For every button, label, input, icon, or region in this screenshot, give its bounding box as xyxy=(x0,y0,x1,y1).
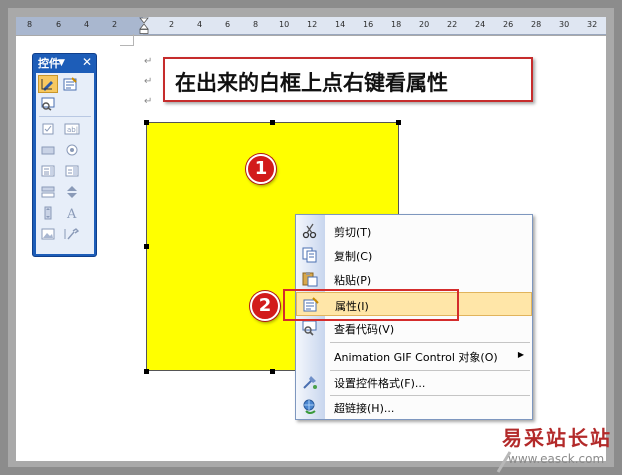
menu-item-cut[interactable]: 剪切(T) xyxy=(296,219,532,243)
step-badge-1: 1 xyxy=(246,154,276,184)
resize-handle[interactable] xyxy=(270,369,275,374)
ruler-label: 2 xyxy=(112,20,118,29)
view-code-icon[interactable] xyxy=(38,95,58,113)
toolbox-separator xyxy=(39,116,91,117)
watermark-text: 易采站长站 xyxy=(502,426,612,450)
ruler-label: 2 xyxy=(169,20,175,29)
resize-handle[interactable] xyxy=(270,120,275,125)
ruler-label: 28 xyxy=(531,20,542,29)
checkbox-icon[interactable] xyxy=(38,120,58,138)
menu-item-label: Animation GIF Control 对象(O) xyxy=(334,351,498,364)
copy-icon xyxy=(302,247,317,263)
resize-handle[interactable] xyxy=(144,120,149,125)
toolbox-close-icon[interactable]: ✕ xyxy=(82,55,92,70)
scissors-icon xyxy=(302,223,317,239)
hyperlink-icon xyxy=(303,399,316,414)
ruler-label: 24 xyxy=(475,20,486,29)
ruler-label: 4 xyxy=(84,20,90,29)
ruler-label: 26 xyxy=(503,20,514,29)
horizontal-ruler[interactable]: 8 6 4 2 2 4 6 8 10 12 14 16 18 20 22 24 … xyxy=(16,17,606,35)
callout-text: 在出来的白框上点右键看属性 xyxy=(175,71,448,95)
properties-icon[interactable] xyxy=(60,75,80,93)
menu-item-label: 查看代码(V) xyxy=(334,323,395,336)
menu-separator xyxy=(330,342,530,343)
menu-item-label: 粘贴(P) xyxy=(334,274,372,287)
watermark-url: www.easck.com xyxy=(508,452,605,466)
textbox-icon[interactable]: ab| xyxy=(62,120,82,138)
resize-handle[interactable] xyxy=(144,369,149,374)
command-button-icon[interactable] xyxy=(38,141,58,159)
toolbox-title: 控件 xyxy=(38,57,60,70)
more-controls-icon[interactable] xyxy=(62,225,82,243)
paste-icon xyxy=(302,272,318,287)
ruler-label: 20 xyxy=(419,20,430,29)
combobox-icon[interactable] xyxy=(62,162,82,180)
svg-text:A: A xyxy=(66,207,77,220)
menu-item-hyperlink[interactable]: 超链接(H)... xyxy=(296,395,532,419)
menu-item-copy[interactable]: 复制(C) xyxy=(296,243,532,267)
instruction-callout: 在出来的白框上点右键看属性 xyxy=(163,57,533,102)
controls-toolbox[interactable]: 控件 ▼ ✕ ab| A xyxy=(32,53,97,257)
ruler-label: 14 xyxy=(335,20,346,29)
ruler-label: 4 xyxy=(197,20,203,29)
toolbox-dropdown-icon[interactable]: ▼ xyxy=(58,56,65,71)
paragraph-mark: ↵ xyxy=(144,76,153,87)
ruler-label: 30 xyxy=(559,20,570,29)
resize-handle[interactable] xyxy=(144,244,149,249)
menu-item-format-control[interactable]: 设置控件格式(F)... xyxy=(296,370,532,394)
menu-item-gif-object[interactable]: Animation GIF Control 对象(O) ▶ xyxy=(296,344,532,368)
ruler-label: 12 xyxy=(307,20,318,29)
spin-button-icon[interactable] xyxy=(62,183,82,201)
step-badge-2: 2 xyxy=(250,291,280,321)
paragraph-mark: ↵ xyxy=(144,56,153,67)
format-control-icon xyxy=(303,376,317,389)
label-icon[interactable]: A xyxy=(62,204,82,222)
submenu-arrow-icon: ▶ xyxy=(517,350,524,359)
ruler-label: 32 xyxy=(587,20,598,29)
svg-text:ab|: ab| xyxy=(67,126,78,134)
menu-item-label: 超链接(H)... xyxy=(334,402,395,415)
toggle-button-icon[interactable] xyxy=(38,183,58,201)
toolbox-body: ab| A xyxy=(36,73,94,254)
resize-handle[interactable] xyxy=(396,120,401,125)
ruler-label: 8 xyxy=(253,20,259,29)
ruler-label: 18 xyxy=(391,20,402,29)
menu-item-label: 复制(C) xyxy=(334,250,373,263)
ruler-label: 6 xyxy=(225,20,231,29)
menu-item-label: 设置控件格式(F)... xyxy=(334,377,426,390)
ruler-label: 6 xyxy=(56,20,62,29)
option-button-icon[interactable] xyxy=(62,141,82,159)
ruler-margin-shade xyxy=(16,17,143,35)
scrollbar-icon[interactable] xyxy=(38,204,58,222)
menu-item-paste[interactable]: 粘贴(P) xyxy=(296,267,532,291)
design-mode-icon[interactable] xyxy=(38,75,58,93)
listbox-icon[interactable] xyxy=(38,162,58,180)
margin-corner-mark xyxy=(120,34,134,46)
toolbox-titlebar[interactable]: 控件 ▼ ✕ xyxy=(36,55,94,71)
image-icon[interactable] xyxy=(38,225,58,243)
paragraph-mark: ↵ xyxy=(144,96,153,107)
ruler-label: 16 xyxy=(363,20,374,29)
indent-marker-icon[interactable] xyxy=(139,17,149,35)
view-code-icon xyxy=(302,320,317,336)
menu-item-label: 剪切(T) xyxy=(334,226,372,239)
properties-highlight-box xyxy=(283,289,459,321)
ruler-label: 8 xyxy=(27,20,33,29)
watermark: 易采站长站 www.easck.com xyxy=(494,420,622,475)
ruler-label: 10 xyxy=(279,20,290,29)
ruler-label: 22 xyxy=(447,20,458,29)
